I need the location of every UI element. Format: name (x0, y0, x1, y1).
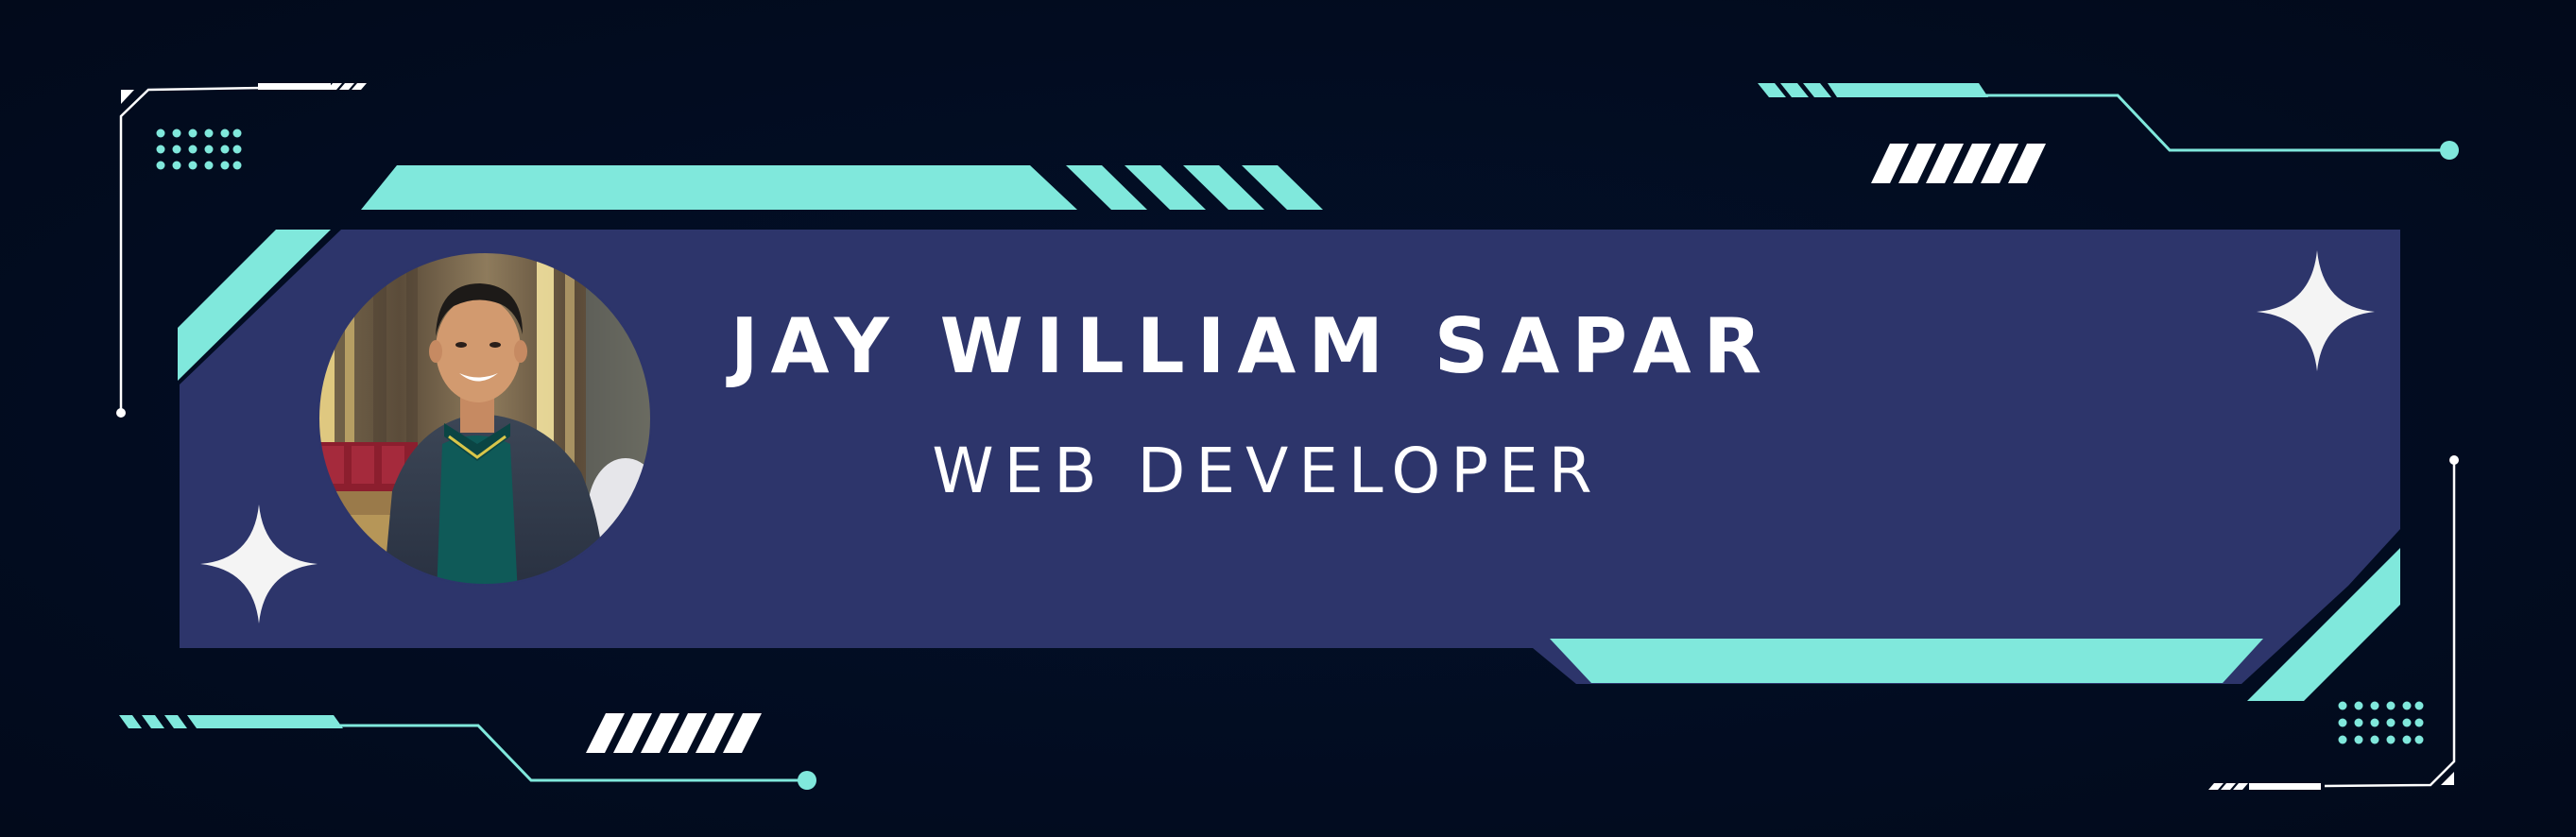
circuit-bar (2249, 783, 2321, 790)
circuit-bar (258, 83, 331, 90)
slash-stripes-icon (2208, 783, 2248, 790)
job-title: WEB DEVELOPER (932, 435, 1603, 507)
slash-stripes-icon (1758, 83, 1831, 97)
slash-stripes-icon (327, 83, 367, 90)
circuit-dot (2440, 141, 2459, 160)
person-name: JAY WILLIAM SAPAR (730, 302, 1775, 390)
circuit-bar (1828, 83, 1988, 97)
circuit-dot (116, 408, 126, 418)
circuit-dot (798, 771, 816, 790)
accent-bar-top (361, 165, 1077, 210)
circuit-bar (187, 715, 343, 728)
banner-graphic (0, 0, 2576, 837)
accent-bar-bottom (1550, 639, 2263, 683)
slash-stripes-icon (119, 715, 187, 728)
